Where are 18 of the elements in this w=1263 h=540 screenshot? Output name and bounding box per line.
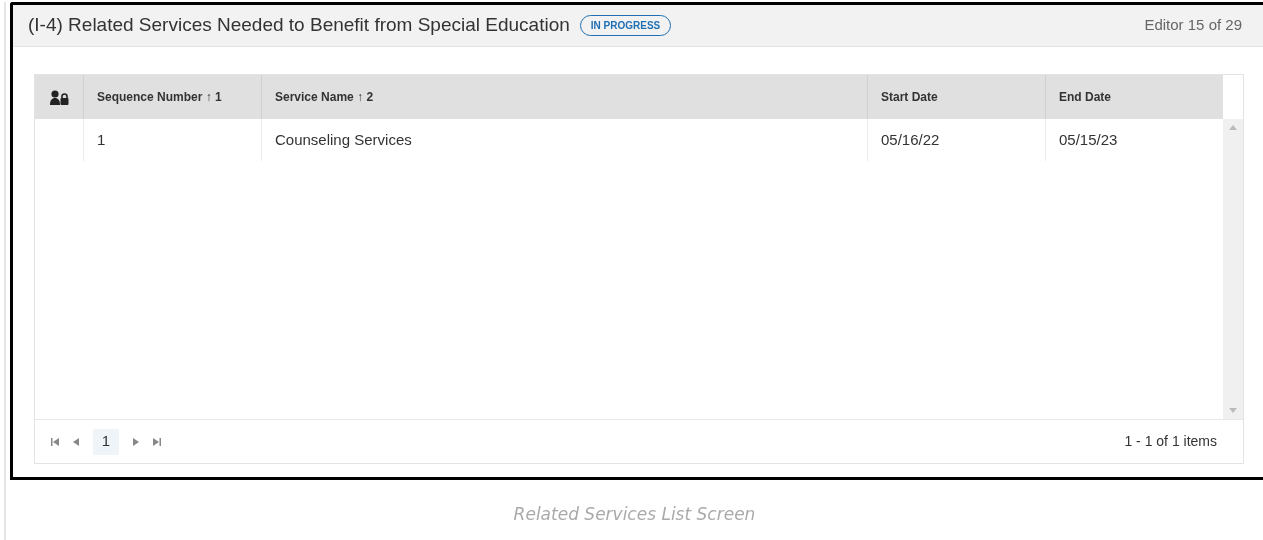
previous-page-icon[interactable] <box>73 437 79 446</box>
table-cell-text: Counseling Services <box>275 129 412 150</box>
first-page-icon[interactable] <box>51 437 59 446</box>
last-page-icon[interactable] <box>153 437 161 446</box>
editor-position: Editor 15 of 29 <box>1144 15 1242 36</box>
page-button[interactable]: 1 <box>93 428 119 455</box>
column-header[interactable]: Start Date <box>881 88 938 106</box>
table-cell-text: 05/16/22 <box>881 129 940 150</box>
pager-summary: 1 - 1 of 1 items <box>1124 432 1217 451</box>
table-cell-text: 05/15/23 <box>1059 129 1118 150</box>
column-header[interactable]: Service Name ↑ 2 <box>275 88 374 106</box>
user-lock-icon <box>49 89 69 105</box>
next-page-icon[interactable] <box>133 437 139 446</box>
panel-title: (I-4) Related Services Needed to Benefit from Special Education <box>28 13 570 38</box>
table-cell-text: 1 <box>97 129 106 150</box>
column-header[interactable]: End Date <box>1059 88 1111 106</box>
column-header[interactable]: Sequence Number ↑ 1 <box>97 88 222 106</box>
image-caption: Related Services List Screen <box>513 503 756 526</box>
